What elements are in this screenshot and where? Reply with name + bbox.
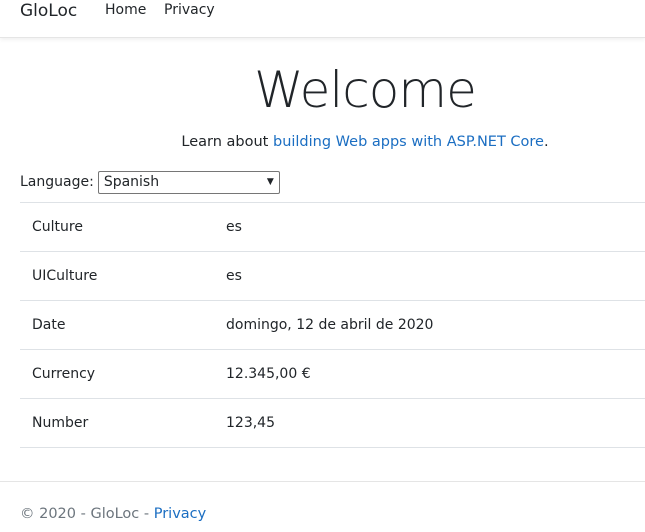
- learn-text: Learn about building Web apps with ASP.N…: [0, 132, 645, 152]
- row-value: domingo, 12 de abril de 2020: [226, 317, 434, 333]
- row-key: Number: [32, 415, 89, 431]
- row-key: UICulture: [32, 268, 98, 284]
- row-key: Currency: [32, 366, 96, 382]
- navbar: GloLoc Home Privacy: [0, 0, 645, 38]
- learn-link[interactable]: building Web apps with ASP.NET Core: [273, 134, 544, 150]
- language-select[interactable]: Spanish ▼: [97, 170, 280, 194]
- language-selected-value: Spanish: [103, 173, 160, 190]
- language-label: Language:: [20, 174, 94, 190]
- nav-home-link[interactable]: Home: [105, 0, 146, 20]
- footer: © 2020 - GloLoc - Privacy: [0, 481, 645, 532]
- brand-link[interactable]: GloLoc: [20, 0, 77, 22]
- table-row: Date domingo, 12 de abril de 2020: [20, 301, 645, 350]
- table-row: UICulture es: [20, 252, 645, 301]
- table-row: Number 123,45: [20, 399, 645, 448]
- row-value: es: [226, 219, 242, 235]
- learn-suffix: .: [543, 134, 549, 150]
- row-value: 12.345,00 €: [226, 366, 311, 382]
- footer-text: © 2020 - GloLoc - Privacy: [20, 504, 206, 524]
- row-value: es: [226, 268, 242, 284]
- row-value: 123,45: [226, 415, 275, 431]
- learn-prefix: Learn about: [181, 134, 273, 150]
- table-row: Currency 12.345,00 €: [20, 350, 645, 399]
- nav-privacy-link[interactable]: Privacy: [164, 0, 215, 20]
- table-row: Culture es: [20, 203, 645, 252]
- row-key: Culture: [32, 219, 83, 235]
- footer-copyright: © 2020 - GloLoc -: [20, 506, 154, 522]
- language-form: Language: Spanish ▼: [20, 170, 280, 194]
- culture-table: Culture es UICulture es Date domingo, 12…: [20, 202, 645, 448]
- row-key: Date: [32, 317, 66, 333]
- page-title: Welcome: [254, 61, 477, 119]
- dropdown-arrow-icon: ▼: [266, 176, 274, 187]
- footer-privacy-link[interactable]: Privacy: [154, 506, 207, 522]
